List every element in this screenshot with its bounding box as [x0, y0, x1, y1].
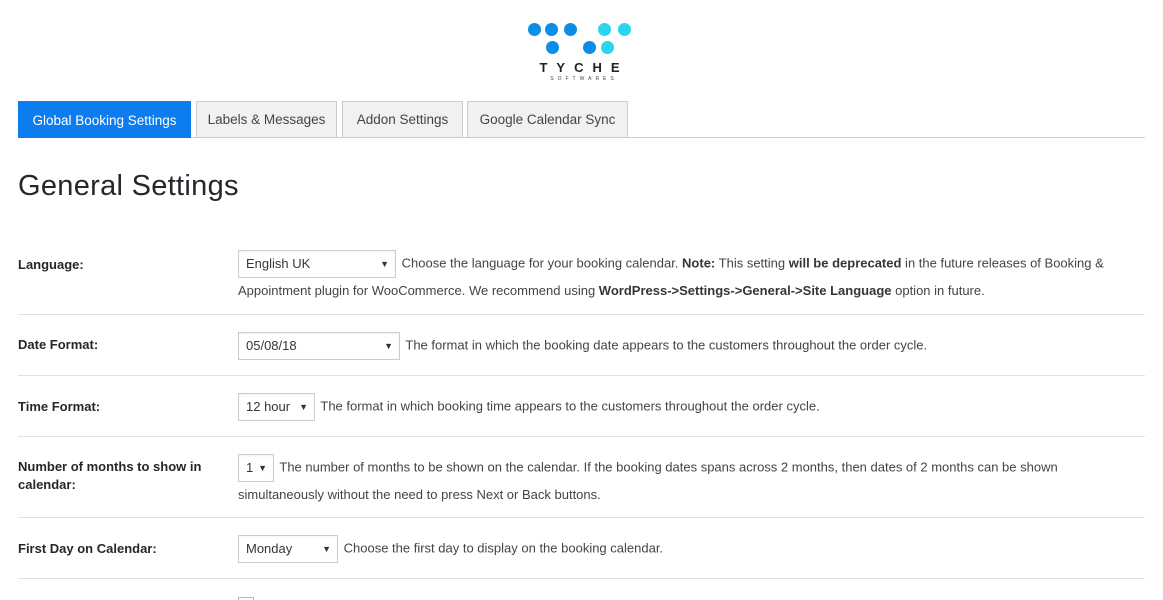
first-day-label: First Day on Calendar:: [18, 541, 157, 556]
time-format-select-value: 12 hour: [246, 399, 291, 414]
time-format-select[interactable]: 12 hour ▼: [238, 393, 315, 421]
tyche-logo: TYCHE SOFTWARES: [525, 20, 637, 86]
date-format-label: Date Format:: [18, 337, 99, 352]
language-select-value: English UK: [246, 256, 311, 271]
language-label: Language:: [18, 257, 84, 272]
setting-row-months: Number of months to show in calendar: 1 …: [18, 437, 1145, 518]
months-select-value: 1: [246, 460, 254, 475]
logo-dot: [583, 41, 596, 54]
logo-dot: [545, 23, 558, 36]
language-select[interactable]: English UK ▼: [238, 250, 396, 278]
setting-row-date-format: Date Format: 05/08/18 ▼ The format in wh…: [18, 315, 1145, 376]
tab-global-booking-settings[interactable]: Global Booking Settings: [18, 101, 191, 138]
time-format-label: Time Format:: [18, 399, 101, 414]
chevron-down-icon: ▼: [384, 341, 393, 351]
page-title: General Settings: [18, 170, 239, 202]
tab-labels-messages[interactable]: Labels & Messages: [196, 101, 337, 137]
first-day-select[interactable]: Monday ▼: [238, 535, 338, 563]
time-format-description: The format in which booking time appears…: [317, 398, 820, 414]
chevron-down-icon: ▼: [380, 259, 389, 269]
date-format-select-value: 05/08/18: [246, 338, 297, 353]
setting-row-first-day: First Day on Calendar: Monday ▼ Choose t…: [18, 518, 1145, 579]
logo-dot: [598, 23, 611, 36]
logo-dot: [618, 23, 631, 36]
date-format-description: The format in which the booking date app…: [402, 337, 928, 353]
logo-brand-text: TYCHE: [539, 60, 629, 75]
first-day-select-value: Monday: [246, 541, 293, 556]
logo-dot: [564, 23, 577, 36]
logo-dot: [528, 23, 541, 36]
date-format-select[interactable]: 05/08/18 ▼: [238, 332, 400, 360]
tab-google-calendar-sync[interactable]: Google Calendar Sync: [467, 101, 628, 137]
setting-row-language: Language: English UK ▼ Choose the langua…: [18, 234, 1145, 315]
chevron-down-icon: ▼: [258, 463, 267, 473]
setting-row-time-format: Time Format: 12 hour ▼ The format in whi…: [18, 376, 1145, 437]
chevron-down-icon: ▼: [299, 402, 308, 412]
months-select[interactable]: 1 ▼: [238, 454, 274, 482]
months-description: The number of months to be shown on the …: [238, 459, 1058, 502]
chevron-down-icon: ▼: [322, 544, 331, 554]
first-day-description: Choose the first day to display on the b…: [340, 540, 664, 556]
logo-dot: [546, 41, 559, 54]
tab-addon-settings[interactable]: Addon Settings: [342, 101, 463, 137]
settings-tabs: Global Booking Settings Labels & Message…: [18, 101, 1145, 138]
logo-sub-text: SOFTWARES: [550, 76, 618, 82]
months-label: Number of months to show in calendar:: [18, 459, 202, 492]
logo-dot: [601, 41, 614, 54]
